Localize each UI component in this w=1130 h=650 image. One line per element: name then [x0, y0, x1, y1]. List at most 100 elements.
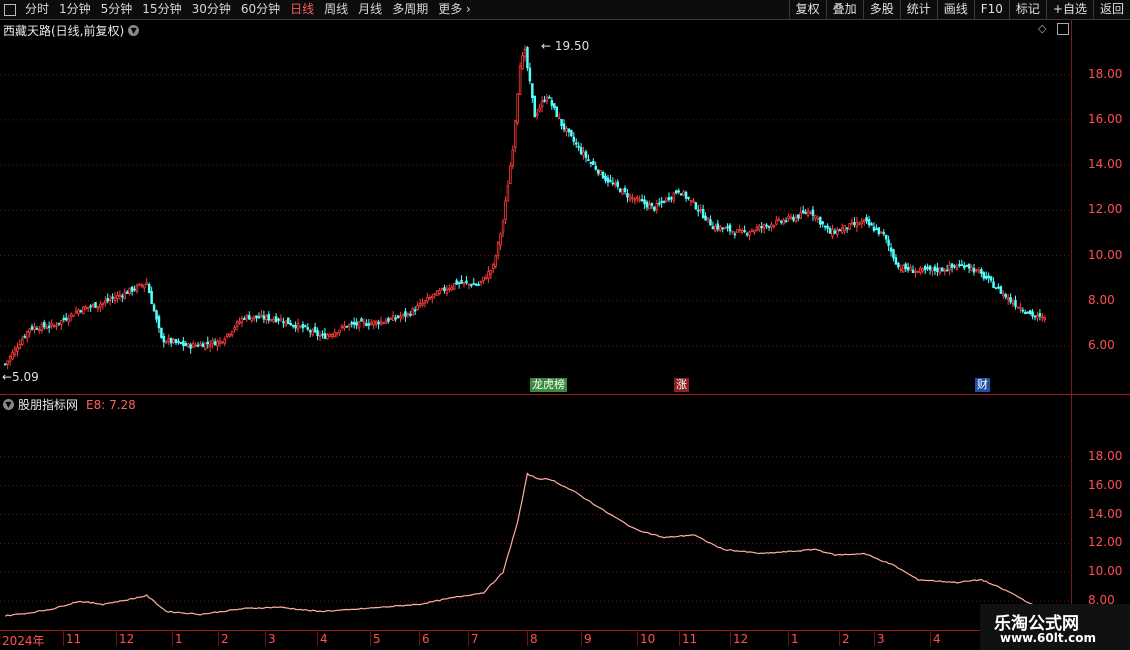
draw-line-button[interactable]: 画线 — [936, 0, 974, 19]
period-tab-active[interactable]: 日线 — [285, 0, 319, 19]
candle-body — [941, 267, 944, 272]
candle-body — [823, 225, 827, 228]
period-tab[interactable]: 周线 — [319, 0, 353, 19]
period-tab[interactable]: 5分钟 — [96, 0, 138, 19]
candle-body — [745, 233, 749, 236]
candle-body — [374, 320, 378, 325]
candle-body — [60, 320, 63, 325]
candle-body — [238, 321, 241, 324]
candle-body — [152, 304, 156, 312]
candle-body — [194, 344, 197, 347]
overlay-button[interactable]: 叠加 — [825, 0, 863, 19]
candle-body — [269, 318, 273, 321]
candle-body — [692, 200, 695, 203]
candle-body — [28, 328, 31, 333]
candle-body — [250, 317, 253, 321]
candle-body — [662, 201, 666, 204]
time-label: 2 — [842, 632, 850, 646]
candle-body — [245, 314, 249, 319]
candle-body — [938, 267, 942, 274]
candle-body — [638, 199, 641, 202]
toolbar-buttons: 复权 叠加 多股 统计 画线 F10 标记 +自选 返回 — [788, 0, 1130, 19]
candle-body — [921, 268, 925, 272]
candle-body — [1024, 312, 1027, 314]
multi-stock-button[interactable]: 多股 — [862, 0, 900, 19]
fuquan-button[interactable]: 复权 — [788, 0, 826, 19]
period-tab[interactable]: 30分钟 — [187, 0, 236, 19]
time-label: 12 — [733, 632, 749, 646]
window-icon[interactable] — [4, 3, 16, 16]
candle-body — [1016, 306, 1020, 309]
more-menu[interactable]: 更多 › — [433, 0, 476, 19]
back-button[interactable]: 返回 — [1092, 0, 1130, 19]
f10-button[interactable]: F10 — [973, 0, 1009, 19]
candle-body — [623, 187, 627, 193]
candle-body — [880, 231, 883, 234]
candle-body — [387, 318, 390, 322]
period-tab[interactable]: 15分钟 — [137, 0, 186, 19]
candle-body — [831, 228, 834, 237]
candle-body — [79, 310, 83, 313]
candle-body — [523, 48, 527, 57]
candle-body — [272, 318, 275, 323]
candle-body — [526, 47, 529, 69]
stats-button[interactable]: 统计 — [899, 0, 937, 19]
candle-body — [645, 201, 649, 208]
candle-body — [235, 321, 239, 328]
candle-body — [411, 308, 415, 316]
candle-body — [435, 290, 439, 296]
event-marker[interactable]: 龙虎榜 — [530, 378, 567, 392]
candle-body — [379, 320, 383, 325]
candle-body — [145, 282, 149, 285]
candle-body — [184, 343, 188, 347]
event-marker[interactable]: 财 — [975, 378, 990, 392]
candle-body — [318, 335, 322, 338]
candle-body — [130, 286, 134, 292]
candle-body — [772, 224, 776, 228]
indicator-chart[interactable] — [0, 395, 1071, 630]
candle-body — [174, 338, 178, 344]
candle-body — [333, 331, 336, 338]
period-tab[interactable]: 60分钟 — [236, 0, 285, 19]
candle-body — [970, 266, 973, 271]
candle-body — [62, 317, 66, 321]
candle-body — [655, 203, 659, 210]
period-tab[interactable]: 1分钟 — [54, 0, 96, 19]
candle-body — [843, 225, 846, 231]
time-label: 5 — [373, 632, 381, 646]
candle-body — [391, 315, 395, 322]
candle-body — [370, 322, 373, 326]
candle-body — [916, 270, 920, 273]
event-marker[interactable]: 涨 — [674, 378, 689, 392]
candle-body — [35, 328, 39, 330]
candle-body — [936, 267, 939, 272]
candle-body — [828, 228, 832, 234]
period-tab[interactable]: 多周期 — [387, 0, 433, 19]
candle-body — [260, 314, 263, 317]
candle-body — [701, 209, 705, 218]
period-tab[interactable]: 分时 — [20, 0, 54, 19]
candle-body — [1021, 309, 1025, 312]
add-watchlist-button[interactable]: +自选 — [1045, 0, 1093, 19]
candle-body — [182, 340, 185, 346]
candle-body — [984, 275, 988, 279]
candle-body — [811, 209, 815, 216]
mark-button[interactable]: 标记 — [1008, 0, 1046, 19]
candle-body — [316, 330, 319, 337]
candle-body — [711, 226, 715, 230]
candle-body — [55, 325, 58, 328]
period-tab[interactable]: 月线 — [353, 0, 387, 19]
candle-body — [704, 215, 707, 221]
candle-body — [609, 179, 612, 182]
candle-body — [904, 263, 907, 270]
candle-body — [901, 265, 905, 273]
candle-body — [355, 321, 358, 326]
candle-body — [43, 321, 46, 328]
candle-body — [1043, 317, 1047, 320]
candlestick-chart[interactable]: ← 19.50 ←5.09 — [0, 20, 1071, 394]
candle-body — [572, 136, 576, 142]
candle-body — [845, 227, 849, 230]
candle-body — [709, 219, 712, 226]
time-tick — [839, 630, 840, 646]
candle-body — [794, 216, 798, 222]
